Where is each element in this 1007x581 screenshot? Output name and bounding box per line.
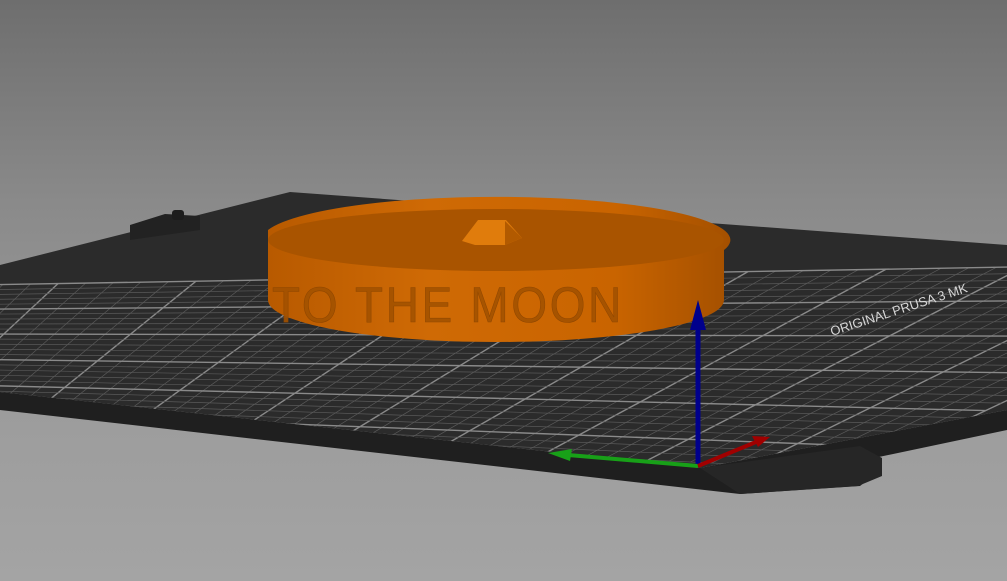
bed-mount-knob	[172, 210, 184, 220]
3d-viewport[interactable]: ORIGINAL PRUSA 3 MK TO THE MOON	[0, 0, 1007, 581]
model-engraved-text: TO THE MOON	[272, 277, 624, 333]
model-to-the-moon[interactable]: TO THE MOON	[268, 196, 731, 342]
